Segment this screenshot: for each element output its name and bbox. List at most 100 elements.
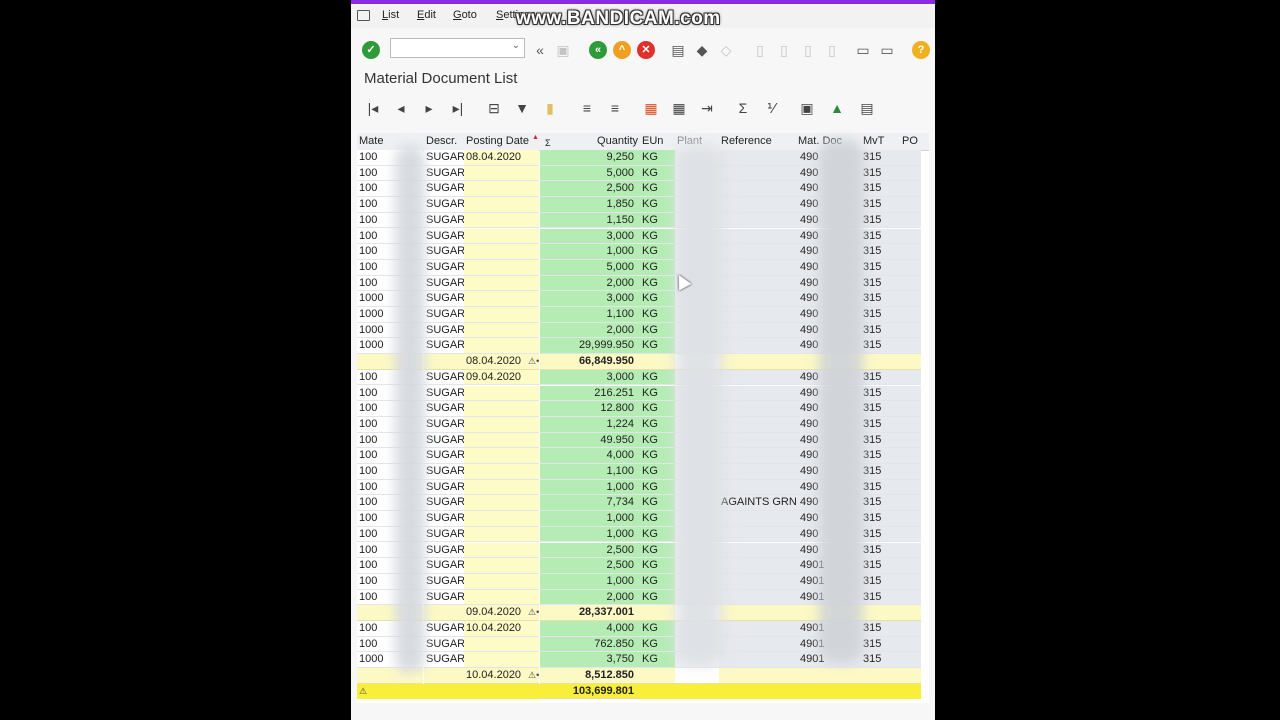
cell-ref[interactable] — [719, 259, 798, 276]
cell-mvt[interactable]: 315 — [861, 448, 899, 464]
next-page-icon[interactable]: ▯ — [799, 41, 817, 59]
cell-desc[interactable]: SUGAR — [424, 542, 464, 559]
back-icon[interactable]: « — [589, 41, 607, 59]
double-chevron-left-icon[interactable]: « — [531, 41, 549, 59]
cell-qty[interactable]: 1,150 — [540, 212, 640, 229]
cell-date[interactable] — [464, 526, 539, 543]
cell-eun[interactable]: KG — [640, 322, 675, 339]
cell-qty[interactable]: 2,000 — [540, 275, 640, 292]
col-header-reference[interactable]: Reference — [721, 133, 796, 149]
cell-qty[interactable]: 7,734 — [540, 495, 640, 512]
cell-date[interactable] — [464, 244, 539, 260]
cell-date[interactable] — [464, 479, 539, 496]
menu-edit[interactable]: Edit — [417, 9, 436, 21]
cell-eun[interactable]: KG — [640, 558, 675, 574]
cell-eun[interactable]: KG — [640, 244, 675, 260]
cell-po[interactable] — [899, 542, 921, 559]
cell-mvt[interactable]: 315 — [861, 479, 899, 496]
cell-po[interactable] — [899, 432, 921, 449]
cell-date[interactable] — [464, 165, 539, 182]
cell-plant[interactable] — [675, 668, 719, 684]
cell-qty[interactable]: 3,000 — [540, 291, 640, 307]
cell-desc[interactable]: SUGAR — [424, 322, 464, 339]
cell-qty[interactable]: 1,100 — [540, 464, 640, 480]
cell-ref[interactable] — [719, 526, 798, 543]
cell-eun[interactable]: KG — [640, 479, 675, 496]
cell-ref[interactable] — [719, 636, 798, 653]
cell-ref[interactable] — [719, 432, 798, 449]
cell-po[interactable] — [899, 322, 921, 339]
cell-eun[interactable]: KG — [640, 212, 675, 229]
cell-ref[interactable] — [719, 464, 798, 480]
cell-qty[interactable]: 1,000 — [540, 244, 640, 260]
cell-qty[interactable]: 28,337.001 — [540, 605, 640, 621]
cell-date[interactable] — [464, 197, 539, 213]
cell-mvt[interactable]: 315 — [861, 464, 899, 480]
abc-analysis-icon[interactable]: ▤ — [858, 99, 876, 117]
cell-desc[interactable]: SUGAR — [424, 212, 464, 229]
col-header-po[interactable]: PO — [902, 133, 924, 149]
cell-po[interactable] — [899, 448, 921, 464]
cell-mvt[interactable]: 315 — [861, 338, 899, 355]
cell-date[interactable] — [464, 291, 539, 307]
cell-date[interactable] — [464, 558, 539, 574]
command-field[interactable]: ⌄ — [390, 38, 525, 58]
filter-icon[interactable]: ▼ — [513, 99, 531, 117]
cell-ref[interactable] — [719, 542, 798, 559]
cell-mvt[interactable] — [861, 605, 899, 621]
cell-date[interactable] — [464, 432, 539, 449]
cell-qty[interactable]: 5,000 — [540, 259, 640, 276]
cell-date[interactable] — [464, 307, 539, 323]
col-header-quantity[interactable]: Quantity — [567, 133, 638, 149]
graphic-icon[interactable]: ▲ — [828, 99, 846, 117]
cell-po[interactable] — [899, 165, 921, 182]
cell-qty[interactable]: 4,000 — [540, 448, 640, 464]
cell-qty[interactable]: 2,500 — [540, 558, 640, 574]
cell-mvt[interactable]: 315 — [861, 416, 899, 433]
cell-desc[interactable]: SUGAR — [424, 181, 464, 198]
cell-desc[interactable]: SUGAR — [424, 338, 464, 355]
next-row-icon[interactable]: ▸ — [420, 99, 438, 117]
cell-ref[interactable] — [719, 338, 798, 355]
cell-po[interactable] — [899, 401, 921, 417]
col-header-posting-date[interactable]: Posting Date — [466, 133, 531, 149]
cell-mvt[interactable]: 315 — [861, 573, 899, 590]
cell-mvt[interactable]: 315 — [861, 212, 899, 229]
cell-date[interactable] — [464, 636, 539, 653]
cell-ref[interactable] — [719, 668, 798, 684]
col-header-mvt[interactable]: MvT — [863, 133, 897, 149]
cell-qty[interactable]: 103,699.801 — [540, 683, 640, 700]
cell-mvt[interactable]: 315 — [861, 369, 899, 386]
cell-po[interactable] — [899, 307, 921, 323]
menu-list[interactable]: List — [382, 9, 399, 21]
cell-ref[interactable]: AGAINTS GRN — [719, 495, 798, 512]
cell-date[interactable]: 10.04.2020 — [464, 621, 539, 637]
cell-eun[interactable]: KG — [640, 181, 675, 198]
cell-mvt[interactable] — [861, 354, 899, 370]
cell-eun[interactable]: KG — [640, 432, 675, 449]
sum-icon[interactable]: Σ — [734, 99, 752, 117]
col-header-eun[interactable]: EUn — [642, 133, 674, 149]
cell-date[interactable]: 09.04.2020 — [464, 369, 539, 386]
cell-mvt[interactable]: 315 — [861, 322, 899, 339]
cell-mvt[interactable]: 315 — [861, 652, 899, 669]
cell-po[interactable] — [899, 275, 921, 292]
cell-ref[interactable] — [719, 244, 798, 260]
cell-qty[interactable]: 5,000 — [540, 165, 640, 182]
cell-mvt[interactable]: 315 — [861, 589, 899, 606]
cell-mvt[interactable]: 315 — [861, 197, 899, 213]
cell-desc[interactable]: SUGAR — [424, 479, 464, 496]
cell-po[interactable] — [899, 495, 921, 512]
cell-eun[interactable]: KG — [640, 259, 675, 276]
cell-date[interactable] — [464, 212, 539, 229]
details-icon[interactable]: ⊟ — [485, 99, 503, 117]
cell-eun[interactable]: KG — [640, 165, 675, 182]
cell-qty[interactable]: 1,850 — [540, 197, 640, 213]
cell-desc[interactable]: SUGAR — [424, 636, 464, 653]
cell-qty[interactable]: 12.800 — [540, 401, 640, 417]
cell-ref[interactable] — [719, 291, 798, 307]
cell-po[interactable] — [899, 464, 921, 480]
cell-ref[interactable] — [719, 307, 798, 323]
cell-eun[interactable]: KG — [640, 542, 675, 559]
menu-icon[interactable] — [357, 10, 370, 21]
